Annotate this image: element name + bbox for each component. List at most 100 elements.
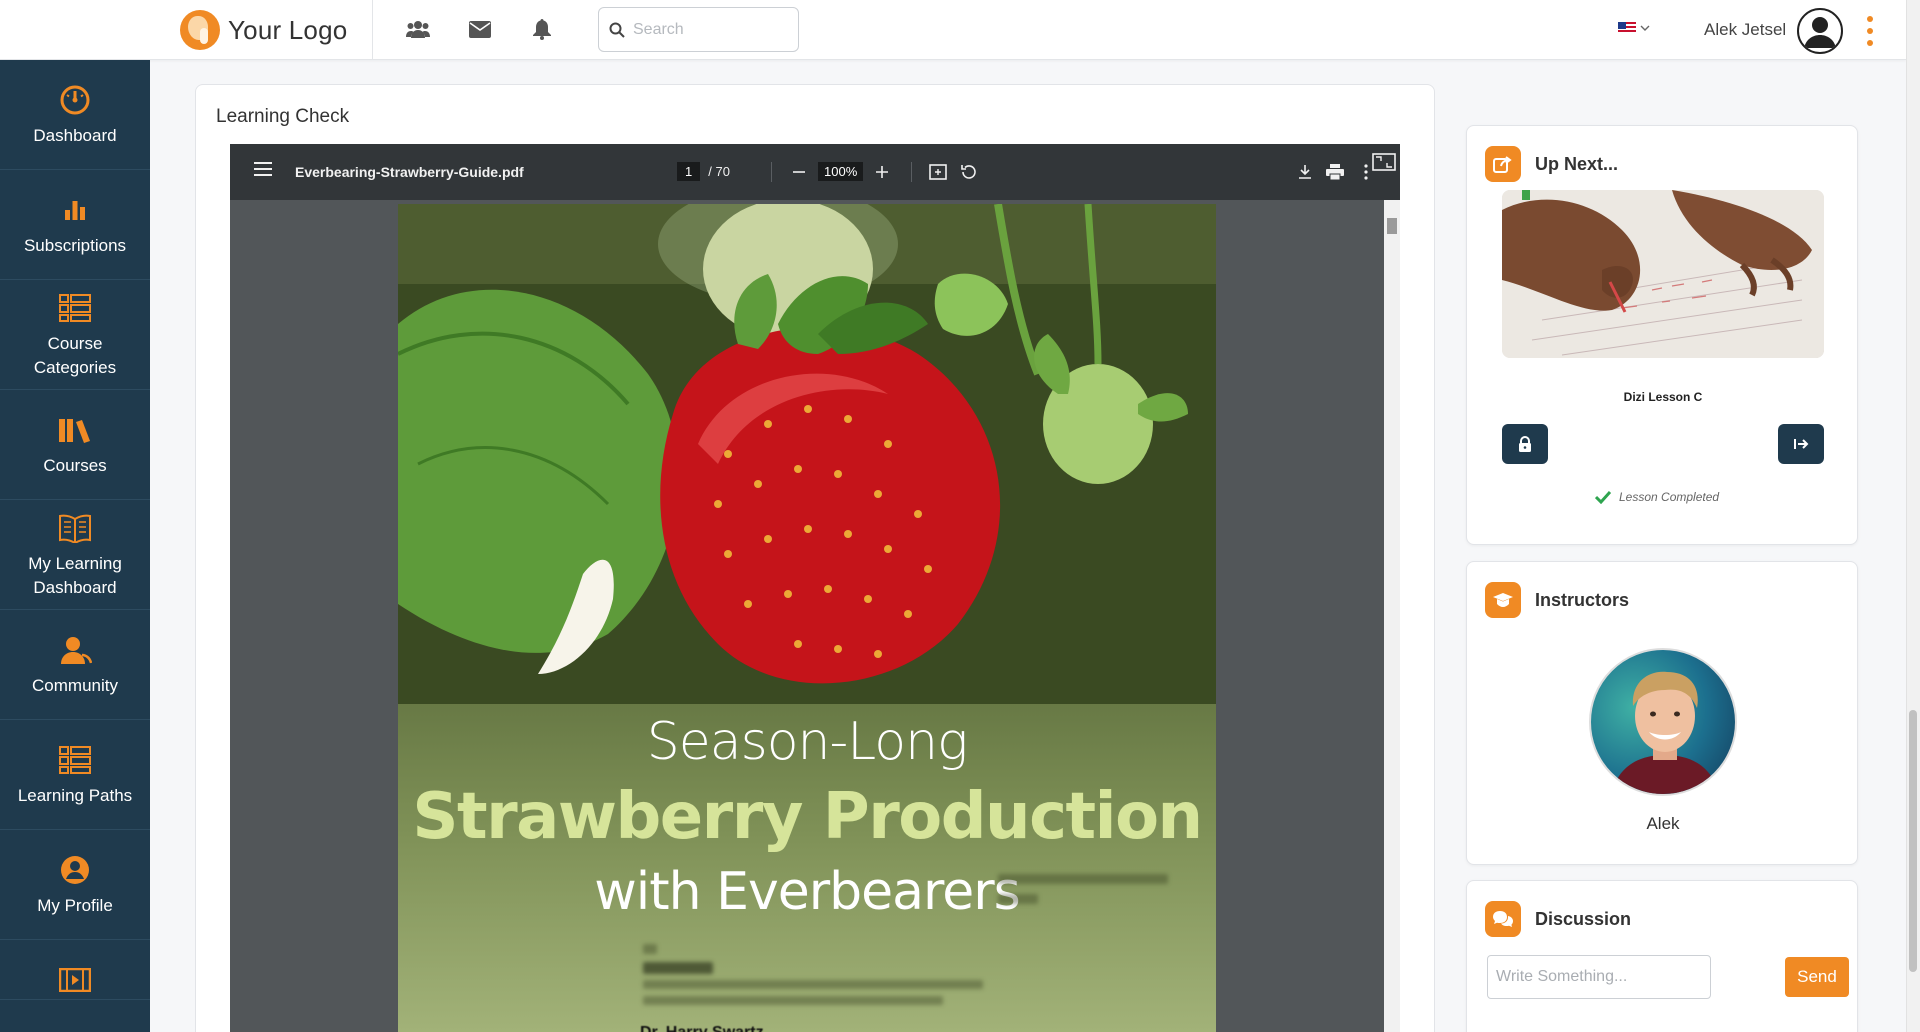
sidebar-item-learning-paths[interactable]: Learning Paths xyxy=(0,720,150,830)
lesson-title: Dizi Lesson C xyxy=(1623,390,1703,404)
list-icon xyxy=(57,290,93,326)
pdf-filename: Everbearing-Strawberry-Guide.pdf xyxy=(295,164,524,180)
discussion-card: Discussion Send xyxy=(1466,880,1858,1032)
sidebar-item-label: Dashboard xyxy=(33,125,117,145)
pdf-scrollbar[interactable] xyxy=(1384,200,1400,1032)
sidebar-item-label: My Profile xyxy=(37,895,113,915)
us-flag-icon xyxy=(1618,22,1636,34)
zoom-in-icon[interactable] xyxy=(875,165,889,179)
instructors-title: Instructors xyxy=(1535,589,1630,610)
pdf-menu-icon[interactable] xyxy=(254,162,272,176)
sidebar-item-course-categories[interactable]: Course Categories xyxy=(0,280,150,390)
doc-title-line-3: with Everbearers xyxy=(594,862,1020,922)
dashboard-gauge-icon xyxy=(57,82,93,118)
sidebar-item-label: Community xyxy=(32,675,118,695)
sidebar-item-label: Course Categories xyxy=(33,333,117,377)
sidebar-item-my-learning-dashboard[interactable]: My Learning Dashboard xyxy=(0,500,150,610)
divider xyxy=(372,0,373,60)
books-icon xyxy=(57,412,93,448)
sidebar-item-dashboard[interactable]: Dashboard xyxy=(0,60,150,170)
bar-chart-icon xyxy=(57,192,93,228)
search-input[interactable] xyxy=(633,20,793,39)
lesson-status-text: Lesson Completed xyxy=(1619,490,1720,504)
sidebar-item-label: My Learning Dashboard xyxy=(28,553,122,597)
blurred-text xyxy=(998,874,1168,884)
more-menu-icon[interactable] xyxy=(1864,16,1876,46)
logo-text: Your Logo xyxy=(228,14,348,45)
sidebar-item-courses[interactable]: Courses xyxy=(0,390,150,500)
search-box[interactable] xyxy=(598,7,799,52)
share-icon xyxy=(1485,146,1521,182)
download-icon[interactable] xyxy=(1293,160,1317,184)
sidebar-item-my-profile[interactable]: My Profile xyxy=(0,830,150,940)
sidebar-item-label: Subscriptions xyxy=(23,235,127,255)
user-circle-icon xyxy=(57,852,93,888)
doc-title-line-2: Strawberry Production xyxy=(412,780,1203,854)
blurred-text xyxy=(643,980,983,989)
pdf-zoom-level[interactable]: 100% xyxy=(818,162,864,181)
language-selector[interactable] xyxy=(1618,22,1650,34)
send-button[interactable]: Send xyxy=(1785,957,1849,997)
top-bar: Your Logo Alek Jetsel xyxy=(0,0,1906,60)
print-icon[interactable] xyxy=(1323,160,1347,184)
check-icon xyxy=(1595,490,1611,504)
pdf-toolbar: Everbearing-Strawberry-Guide.pdf 1 / 70 … xyxy=(230,144,1400,200)
logo[interactable]: Your Logo xyxy=(180,10,347,50)
instructor-name[interactable]: Alek xyxy=(1467,814,1859,834)
arrow-right-to-bracket-icon xyxy=(1794,439,1809,449)
sidebar-item-label: Courses xyxy=(43,455,107,475)
sidebar: Dashboard Subscriptions Course Categorie… xyxy=(0,60,150,1032)
avatar[interactable] xyxy=(1797,8,1843,54)
user-name[interactable]: Alek Jetsel xyxy=(1704,20,1786,40)
blurred-text xyxy=(643,962,713,974)
instructor-avatar[interactable] xyxy=(1589,648,1737,796)
pdf-viewer[interactable]: Everbearing-Strawberry-Guide.pdf 1 / 70 … xyxy=(230,144,1400,1032)
divider xyxy=(771,162,772,182)
list-icon xyxy=(57,742,93,778)
discussion-input[interactable] xyxy=(1487,955,1711,999)
users-icon[interactable] xyxy=(405,16,431,42)
strawberry-image xyxy=(398,204,1216,704)
sidebar-item-label: Learning Paths xyxy=(17,785,133,805)
lock-button[interactable] xyxy=(1502,424,1548,464)
blurred-text xyxy=(643,944,657,954)
community-icon xyxy=(57,632,93,668)
lesson-thumbnail[interactable] xyxy=(1502,190,1824,358)
bell-icon[interactable] xyxy=(529,16,555,42)
blurred-text xyxy=(643,996,943,1005)
top-icons xyxy=(405,16,555,42)
zoom-out-icon[interactable] xyxy=(792,165,806,179)
pdf-page: Season-Long Strawberry Production with E… xyxy=(398,204,1216,1032)
pdf-scroll-thumb[interactable] xyxy=(1387,218,1397,234)
discussion-title: Discussion xyxy=(1535,908,1632,929)
fullscreen-icon[interactable] xyxy=(1370,150,1398,174)
pdf-page-total: / 70 xyxy=(708,164,730,179)
chevron-down-icon xyxy=(1640,25,1650,31)
doc-title-line-1: Season-Long xyxy=(646,712,969,772)
divider xyxy=(911,162,912,182)
page-title: Learning Check xyxy=(216,106,350,127)
sidebar-item-subscriptions[interactable]: Subscriptions xyxy=(0,170,150,280)
sidebar-item-more[interactable] xyxy=(0,940,150,1000)
next-lesson-button[interactable] xyxy=(1778,424,1824,464)
search-icon xyxy=(609,22,625,38)
logo-mark-icon xyxy=(180,10,220,50)
fit-page-icon[interactable] xyxy=(926,160,950,184)
pdf-page-indicator: 1 / 70 xyxy=(677,162,730,181)
doc-author: Dr. Harry Swartz xyxy=(640,1024,764,1032)
page-scroll-thumb[interactable] xyxy=(1909,710,1917,972)
sidebar-item-community[interactable]: Community xyxy=(0,610,150,720)
lesson-status: Lesson Completed xyxy=(1595,490,1719,504)
graduation-cap-icon xyxy=(1485,582,1521,618)
up-next-title: Up Next... xyxy=(1535,153,1619,174)
mail-icon[interactable] xyxy=(467,16,493,42)
lock-icon xyxy=(1519,436,1531,452)
film-icon xyxy=(57,962,93,998)
pdf-page-input[interactable]: 1 xyxy=(677,162,701,181)
open-book-icon xyxy=(57,510,93,546)
pdf-zoom-controls: 100% xyxy=(792,162,889,181)
rotate-icon[interactable] xyxy=(957,160,981,184)
instructors-card: Instructors Alek xyxy=(1466,561,1858,865)
up-next-card: Up Next... Dizi Lesson C Lesson Complete… xyxy=(1466,125,1858,545)
blurred-text xyxy=(998,894,1038,904)
